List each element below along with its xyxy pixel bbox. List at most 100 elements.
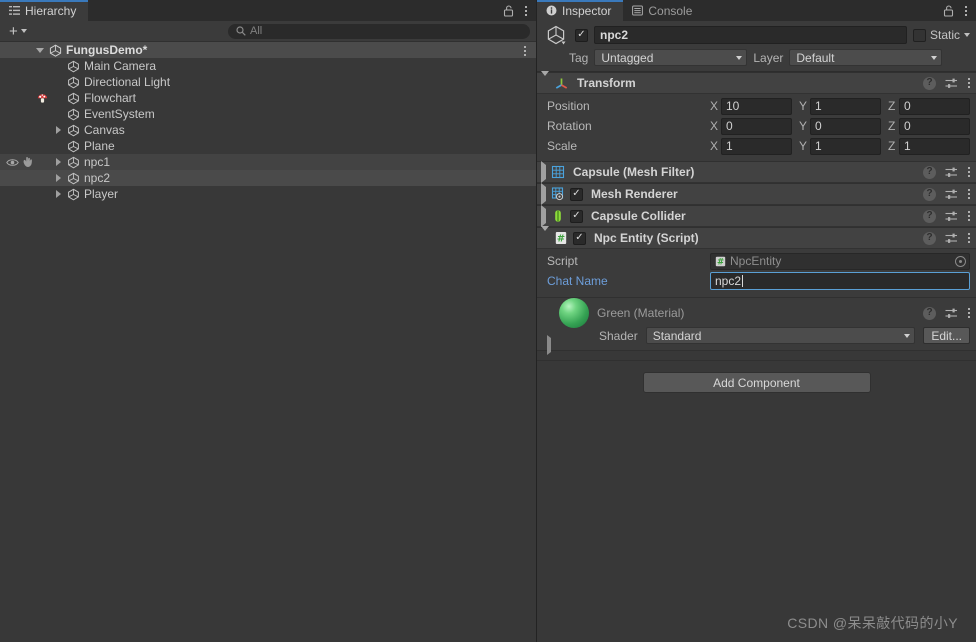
tab-console[interactable]: Console (623, 0, 705, 21)
scale-x-input[interactable]: 1 (721, 137, 792, 155)
info-circle-icon (546, 5, 557, 16)
scene-kebab-menu-icon[interactable] (523, 46, 526, 56)
preset-sliders-icon[interactable] (945, 308, 958, 319)
edit-shader-button[interactable]: Edit... (923, 327, 970, 344)
kebab-menu-icon[interactable] (967, 78, 970, 88)
kebab-menu-icon[interactable] (967, 189, 970, 199)
scale-y-input[interactable]: 1 (810, 137, 881, 155)
hierarchy-item-npc2[interactable]: npc2 (0, 170, 536, 186)
csharp-script-icon: # (554, 231, 568, 245)
hierarchy-item-plane[interactable]: Plane (0, 138, 536, 154)
position-z-input[interactable]: 0 (899, 97, 970, 115)
hierarchy-scene-row[interactable]: FungusDemo* (0, 42, 536, 58)
kebab-menu-icon[interactable] (964, 5, 967, 16)
tab-hierarchy[interactable]: Hierarchy (0, 0, 89, 21)
hierarchy-tree[interactable]: FungusDemo* Main Camera Directional Ligh… (0, 42, 536, 642)
layer-dropdown[interactable]: Default (789, 49, 943, 66)
chat-name-input[interactable]: npc2 (710, 272, 970, 290)
gameobject-enabled-checkbox[interactable]: ✓ (575, 28, 588, 42)
help-circle-icon[interactable]: ? (923, 231, 936, 245)
hierarchy-item-eventsystem[interactable]: EventSystem (0, 106, 536, 122)
expand-toggle[interactable] (51, 174, 65, 182)
axis-y: Y0 (799, 117, 881, 135)
hierarchy-item-flowchart[interactable]: Flowchart (0, 90, 536, 106)
axis-z: Z0 (888, 97, 970, 115)
kebab-menu-icon[interactable] (967, 211, 970, 221)
hierarchy-item-canvas[interactable]: Canvas (0, 122, 536, 138)
component-header-transform[interactable]: Transform ? (537, 71, 976, 94)
search-placeholder: All (250, 25, 263, 37)
material-expand-toggle[interactable] (547, 335, 551, 355)
gameobject-name-value: npc2 (600, 28, 629, 42)
expand-toggle[interactable] (51, 126, 65, 134)
transform-expand-toggle[interactable] (541, 71, 549, 90)
help-circle-icon[interactable]: ? (923, 209, 936, 223)
add-gameobject-button[interactable]: + (6, 23, 30, 39)
mesh-renderer-icon (551, 187, 565, 201)
hierarchy-item-player[interactable]: Player (0, 186, 536, 202)
component-header-capsule-collider[interactable]: ✓ Capsule Collider ? (537, 205, 976, 227)
help-circle-icon[interactable]: ? (923, 306, 936, 320)
kebab-menu-icon[interactable] (524, 5, 527, 16)
capsule-collider-enabled-checkbox[interactable]: ✓ (570, 209, 583, 223)
mesh-renderer-enabled-checkbox[interactable]: ✓ (570, 187, 583, 201)
component-tools: ? (923, 231, 970, 245)
capsule-collider-title: Capsule Collider (591, 209, 686, 223)
gameobject-name-field[interactable]: npc2 (594, 26, 907, 44)
position-x-input[interactable]: 10 (721, 97, 792, 115)
gameobject-header: ✓ npc2 Static Tag Untagged Layer Default (537, 21, 976, 72)
rotation-y-input[interactable]: 0 (810, 117, 881, 135)
gameobject-cube-icon (65, 76, 81, 89)
npc-entity-script-enabled-checkbox[interactable]: ✓ (573, 231, 586, 245)
scale-z-input[interactable]: 1 (899, 137, 970, 155)
help-circle-icon[interactable]: ? (923, 165, 936, 179)
transform-body: Position X 10 Y 1 Z 0 Rotation X 0 Y 0 Z 0 Scale X 1 Y 1 Z 1 (537, 94, 976, 161)
material-name: Green (Material) (597, 306, 685, 320)
npc-entity-script-expand-toggle[interactable] (541, 226, 549, 245)
static-checkbox[interactable] (912, 28, 926, 42)
preset-sliders-icon[interactable] (945, 78, 958, 89)
mesh-renderer-expand-toggle[interactable] (541, 183, 546, 205)
shader-dropdown[interactable]: Standard (645, 327, 916, 344)
rotation-x-input[interactable]: 0 (721, 117, 792, 135)
position-y-input[interactable]: 1 (810, 97, 881, 115)
tag-dropdown[interactable]: Untagged (594, 49, 748, 66)
object-picker-icon[interactable] (955, 255, 966, 267)
component-header-capsule-mesh-filter[interactable]: Capsule (Mesh Filter) ? (537, 161, 976, 183)
help-circle-icon[interactable]: ? (923, 187, 936, 201)
hierarchy-item-main-camera[interactable]: Main Camera (0, 58, 536, 74)
scene-expand-toggle[interactable] (33, 47, 47, 53)
axis-y-label: Y (799, 99, 808, 113)
material-header[interactable]: Green (Material) ? (543, 298, 970, 328)
kebab-menu-icon[interactable] (967, 167, 970, 177)
eye-icon[interactable] (6, 157, 19, 168)
preset-sliders-icon[interactable] (945, 233, 958, 244)
preset-sliders-icon[interactable] (945, 167, 958, 178)
tab-inspector[interactable]: Inspector (537, 0, 624, 21)
hierarchy-item-directional-light[interactable]: Directional Light (0, 74, 536, 90)
script-object-field[interactable]: # NpcEntity (710, 252, 970, 270)
rotation-z-input[interactable]: 0 (899, 117, 970, 135)
shader-label: Shader (599, 328, 638, 343)
capsule-collider-expand-toggle[interactable] (541, 205, 546, 227)
expand-toggle[interactable] (51, 158, 65, 166)
hand-icon[interactable] (21, 156, 34, 168)
help-circle-icon[interactable]: ? (923, 76, 936, 90)
kebab-menu-icon[interactable] (967, 308, 970, 318)
search-input[interactable]: All (228, 23, 530, 39)
add-component-area: Add Component (537, 361, 976, 404)
preset-sliders-icon[interactable] (945, 211, 958, 222)
add-component-button[interactable]: Add Component (642, 372, 871, 393)
component-header-mesh-renderer[interactable]: ✓ Mesh Renderer ? (537, 183, 976, 205)
kebab-menu-icon[interactable] (967, 233, 970, 243)
chevron-right-icon (55, 174, 61, 182)
fungus-mushroom-icon (33, 92, 51, 105)
padlock-open-icon[interactable] (503, 4, 514, 17)
expand-toggle[interactable] (51, 190, 65, 198)
preset-sliders-icon[interactable] (945, 189, 958, 200)
component-header-npc-entity-script[interactable]: # ✓ Npc Entity (Script) ? (537, 226, 976, 249)
hierarchy-item-npc1[interactable]: npc1 (0, 154, 536, 170)
chevron-down-icon[interactable] (964, 33, 970, 37)
padlock-open-icon[interactable] (943, 4, 954, 17)
capsule-mesh-filter-expand-toggle[interactable] (541, 161, 546, 183)
